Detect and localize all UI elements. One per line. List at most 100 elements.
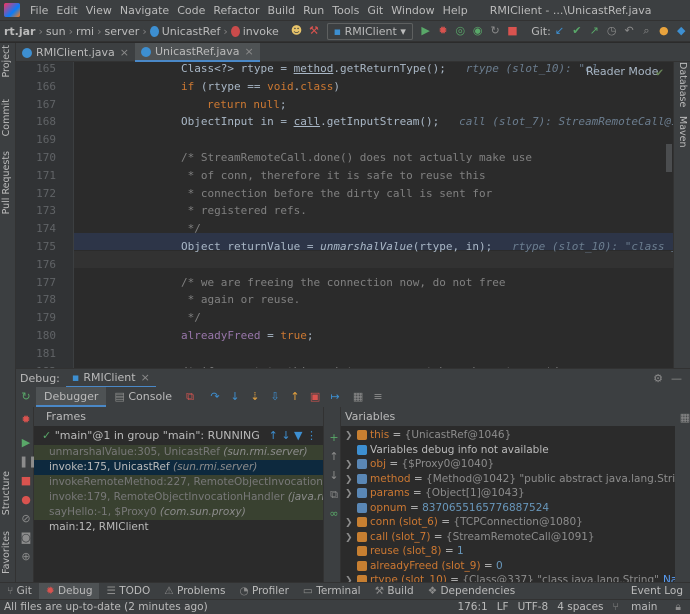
restore-layout-icon[interactable]: ⧉ xyxy=(183,390,197,404)
variable-row[interactable]: ❯ call (slot_7) = {StreamRemoteCall@1091} xyxy=(345,530,675,545)
menu-git[interactable]: Git xyxy=(363,4,387,17)
caret-position[interactable]: 176:1 xyxy=(457,601,487,614)
camera-icon[interactable]: ◙ xyxy=(19,531,33,545)
tool-tab-todo[interactable]: ☰ TODO xyxy=(99,583,157,600)
code-editor[interactable]: 165 166 167 168 169 170 171 172 173 174 175 176 177 1… xyxy=(16,62,673,368)
menu-help[interactable]: Help xyxy=(439,4,472,17)
navigate-link[interactable]: Navigate xyxy=(663,574,675,582)
git-update-icon[interactable]: ↙ xyxy=(554,24,565,38)
add-watch-icon[interactable]: + xyxy=(327,431,341,445)
menu-build[interactable]: Build xyxy=(264,4,300,17)
variable-row[interactable]: alreadyFreed (slot_9) = 0 xyxy=(345,559,675,574)
structure-tool-tab[interactable]: Structure xyxy=(1,471,12,515)
commit-tool-tab[interactable]: Commit xyxy=(1,99,12,136)
rerun-icon[interactable]: ↻ xyxy=(489,24,500,38)
step-out-icon[interactable]: ↑ xyxy=(288,390,302,404)
debug-session-tab[interactable]: ▪ RMIClient × xyxy=(65,369,156,388)
frame-nav-icons[interactable]: ↑ ↓ ▼ ⋮ xyxy=(269,426,317,445)
profile-icon[interactable]: ◉ xyxy=(472,24,483,38)
menu-view[interactable]: View xyxy=(82,4,116,17)
rerun-icon[interactable]: ↻ xyxy=(19,390,33,404)
git-commit-icon[interactable]: ✔ xyxy=(571,24,582,38)
update-notification-icon[interactable]: ● xyxy=(658,24,669,38)
settings-gear-icon[interactable]: ⚙ xyxy=(653,372,663,385)
variable-row[interactable]: ❯ conn (slot_6) = {TCPConnection@1080} xyxy=(345,515,675,530)
close-icon[interactable]: × xyxy=(120,46,129,59)
rollback-icon[interactable]: ↶ xyxy=(623,24,634,38)
settings-icon[interactable]: ✹ xyxy=(19,413,33,427)
variable-row[interactable]: ❯ params = {Object[1]@1043} xyxy=(345,486,675,501)
variable-row[interactable]: ❯ obj = {$Proxy0@1040} xyxy=(345,457,675,472)
menu-file[interactable]: File xyxy=(26,4,52,17)
stop-icon[interactable]: ■ xyxy=(19,474,33,488)
copy-icon[interactable]: ⧉ xyxy=(327,488,341,502)
menu-window[interactable]: Window xyxy=(387,4,438,17)
tool-tab-profiler[interactable]: ◔ Profiler xyxy=(232,583,295,600)
debug-icon[interactable]: ✹ xyxy=(437,24,448,38)
indent-setting[interactable]: 4 spaces xyxy=(557,601,603,614)
tool-tab-debug[interactable]: ✹ Debug xyxy=(38,582,100,600)
breadcrumb-rtjar[interactable]: rt.jar xyxy=(4,25,35,38)
stack-frame[interactable]: invoke:175, UnicastRef (sun.rmi.server) xyxy=(34,460,323,475)
watches-icon[interactable]: ∞ xyxy=(327,507,341,521)
variable-row[interactable]: Variables debug info not available xyxy=(345,443,675,458)
expand-arrow-icon[interactable]: ❯ xyxy=(345,516,357,531)
pause-icon[interactable]: ❚❚ xyxy=(19,455,37,469)
expand-arrow-icon[interactable]: ❯ xyxy=(345,574,357,582)
tab-console[interactable]: ▤ Console xyxy=(106,387,180,407)
stack-frame[interactable]: sayHello:-1, $Proxy0 (com.sun.proxy) xyxy=(34,505,323,520)
menu-run[interactable]: Run xyxy=(299,4,328,17)
tool-tab-git[interactable]: ⑂ Git xyxy=(0,583,39,600)
stack-frame[interactable]: invoke:179, RemoteObjectInvocationHandle… xyxy=(34,490,323,505)
menu-navigate[interactable]: Navigate xyxy=(116,4,173,17)
grid-icon[interactable]: ▦ xyxy=(678,411,690,425)
search-icon[interactable]: ⌕ xyxy=(641,24,652,38)
project-tool-tab[interactable]: Project xyxy=(1,45,12,78)
step-into-icon[interactable]: ⇣ xyxy=(248,390,262,404)
breadcrumb-unicastref[interactable]: UnicastRef xyxy=(162,25,221,38)
expand-arrow-icon[interactable]: ❯ xyxy=(345,429,357,444)
close-icon[interactable]: × xyxy=(244,45,253,58)
run-to-cursor-icon[interactable]: ↦ xyxy=(328,390,342,404)
pin-icon[interactable]: ⊕ xyxy=(19,550,33,564)
breadcrumb-server[interactable]: server xyxy=(105,25,140,38)
variable-row[interactable]: ❯ this = {UnicastRef@1046} xyxy=(345,428,675,443)
expand-arrow-icon[interactable]: ❯ xyxy=(345,487,357,502)
editor-scrollbar[interactable] xyxy=(666,144,672,172)
tool-tab-dependencies[interactable]: ❖ Dependencies xyxy=(421,583,523,600)
hide-icon[interactable]: — xyxy=(671,372,682,385)
expand-arrow-icon[interactable]: ❯ xyxy=(345,473,357,488)
view-breakpoints-icon[interactable]: ● xyxy=(19,493,33,507)
breadcrumb-invoke[interactable]: invoke xyxy=(243,25,279,38)
move-up-icon[interactable]: ↑ xyxy=(327,450,341,464)
stack-frame[interactable]: main:12, RMIClient xyxy=(34,520,323,535)
favorites-tool-tab[interactable]: Favorites xyxy=(1,531,12,574)
pull-requests-tool-tab[interactable]: Pull Requests xyxy=(1,151,12,214)
variable-row[interactable]: reuse (slot_8) = 1 xyxy=(345,544,675,559)
event-log-tab[interactable]: Event Log xyxy=(624,583,690,600)
reader-mode-toggle[interactable]: Reader Mode xyxy=(586,65,658,78)
show-execution-point-icon[interactable]: ↷ xyxy=(208,390,222,404)
evaluate-expression-icon[interactable]: ▦ xyxy=(351,390,365,404)
lock-icon[interactable]: 🔒︎ xyxy=(675,601,681,614)
breadcrumb-rmi[interactable]: rmi xyxy=(76,25,94,38)
stack-frame[interactable]: unmarshalValue:305, UnicastRef (sun.rmi.… xyxy=(34,445,323,460)
tool-tab-problems[interactable]: ⚠ Problems xyxy=(157,583,232,600)
git-branch[interactable]: ⑂ main xyxy=(613,601,667,614)
variable-row[interactable]: ❯ method = {Method@1042} "public abstract… xyxy=(345,472,675,487)
run-configuration-select[interactable]: ▪ RMIClient ▾ xyxy=(326,22,413,40)
breadcrumb-sun[interactable]: sun xyxy=(46,25,66,38)
expand-arrow-icon[interactable]: ❯ xyxy=(345,458,357,473)
tool-tab-build[interactable]: ⚒ Build xyxy=(368,583,421,600)
drop-frame-icon[interactable]: ▣ xyxy=(308,390,322,404)
menu-refactor[interactable]: Refactor xyxy=(209,4,263,17)
toolbox-icon[interactable]: ◆ xyxy=(676,24,687,38)
more-icon[interactable]: ≡ xyxy=(371,390,385,404)
hammer-icon[interactable]: ⚒ xyxy=(308,24,319,38)
tab-unicastref[interactable]: UnicastRef.java × xyxy=(135,43,260,62)
stop-icon[interactable]: ■ xyxy=(507,24,518,38)
tool-tab-terminal[interactable]: ▭ Terminal xyxy=(296,583,368,600)
menu-tools[interactable]: Tools xyxy=(328,4,363,17)
tab-debugger[interactable]: Debugger xyxy=(36,387,107,407)
expand-arrow-icon[interactable]: ❯ xyxy=(345,531,357,546)
